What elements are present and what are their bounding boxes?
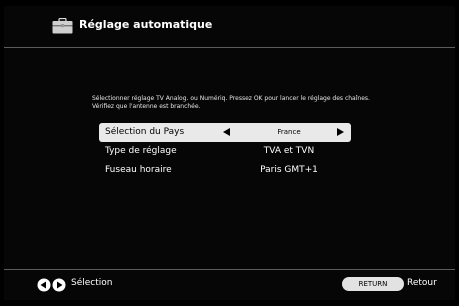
setting-value: Paris GMT+1: [260, 165, 318, 175]
setting-time-zone[interactable]: Fuseau horaire Paris GMT+1: [99, 161, 351, 180]
instructions-line-1: Sélectionner réglage TV Analog. ou Numér…: [92, 95, 370, 102]
instructions-line-2: Vérifiez que l'antenne est branchée.: [92, 103, 201, 110]
toolbox-icon: [52, 18, 73, 34]
return-label: Retour: [407, 278, 437, 288]
setting-scan-type[interactable]: Type de réglage TVA et TVN: [99, 142, 351, 161]
arrow-right-icon[interactable]: [337, 128, 344, 136]
settings-screen: Réglage automatique Sélectionner réglage…: [4, 6, 455, 300]
setting-label: Sélection du Pays: [105, 127, 185, 137]
return-button[interactable]: RETURN: [342, 277, 404, 291]
setting-value: France: [277, 128, 301, 136]
footer-bar: Sélection RETURN Retour: [4, 269, 455, 301]
setting-label: Type de réglage: [105, 146, 177, 156]
settings-list: Sélection du Pays France Type de réglage…: [99, 123, 351, 180]
arrow-left-icon[interactable]: [223, 128, 230, 136]
instructions-text: Sélectionner réglage TV Analog. ou Numér…: [92, 95, 437, 111]
header-bar: Réglage automatique: [4, 6, 455, 48]
setting-label: Fuseau horaire: [105, 165, 172, 175]
setting-value: TVA et TVN: [263, 146, 315, 156]
setting-country-selection[interactable]: Sélection du Pays France: [99, 123, 351, 142]
page-title: Réglage automatique: [79, 18, 213, 31]
left-right-arrows-icon: [37, 278, 66, 292]
footer-nav-label: Sélection: [71, 278, 113, 288]
